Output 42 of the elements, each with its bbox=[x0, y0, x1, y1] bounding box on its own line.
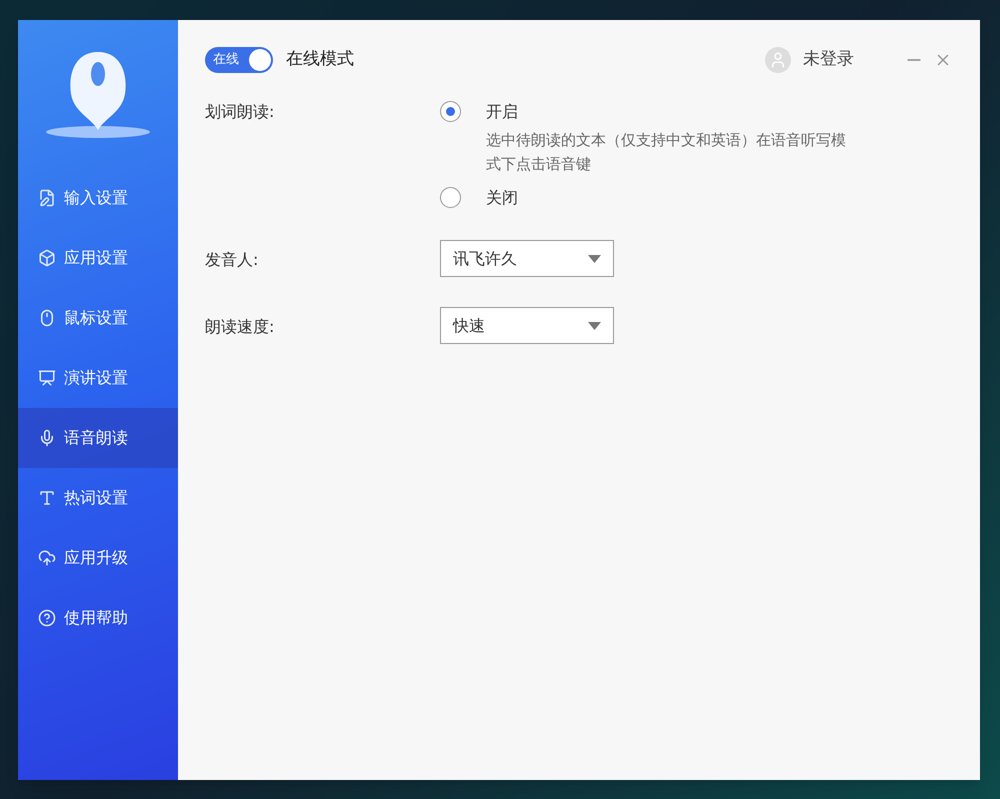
cube-icon bbox=[38, 249, 56, 267]
sidebar-label: 输入设置 bbox=[64, 187, 128, 209]
radio-button[interactable] bbox=[440, 101, 461, 122]
sidebar-label: 应用升级 bbox=[64, 547, 128, 569]
dropdown[interactable]: 快速 bbox=[440, 307, 614, 344]
microphone-icon bbox=[38, 429, 56, 447]
caret-icon bbox=[588, 322, 601, 330]
radio-label: 开启 bbox=[486, 101, 519, 123]
sidebar-item[interactable]: 语音朗读 bbox=[18, 408, 178, 468]
sidebar-item[interactable]: 应用设置 bbox=[18, 228, 178, 288]
sidebar-item[interactable]: 演讲设置 bbox=[18, 348, 178, 408]
toggle-label: 在线 bbox=[213, 51, 239, 70]
help-icon bbox=[38, 609, 56, 627]
presentation-icon bbox=[38, 369, 56, 387]
sidebar-label: 语音朗读 bbox=[64, 427, 128, 449]
option-description: 选中待朗读的文本（仅支持中文和英语）在语音听写模式下点击语音键 bbox=[486, 130, 847, 175]
mouse-icon bbox=[38, 309, 56, 327]
radio-button[interactable] bbox=[440, 187, 461, 208]
caret-icon bbox=[588, 254, 601, 262]
dropdown[interactable]: 讯飞许久 bbox=[440, 240, 614, 277]
login-status[interactable]: 未登录 bbox=[803, 47, 854, 73]
toggle-knob bbox=[249, 49, 271, 71]
sidebar-item[interactable]: 应用升级 bbox=[18, 528, 178, 588]
sidebar-label: 演讲设置 bbox=[64, 367, 128, 389]
mode-toggle[interactable]: 在线 bbox=[205, 47, 273, 73]
mode-label: 在线模式 bbox=[286, 48, 354, 72]
sidebar-item[interactable]: 鼠标设置 bbox=[18, 288, 178, 348]
sidebar-item[interactable]: 热词设置 bbox=[18, 468, 178, 528]
sidebar-item[interactable]: 使用帮助 bbox=[18, 588, 178, 648]
radio-label: 关闭 bbox=[486, 187, 518, 209]
setting-label: 发音人: bbox=[205, 249, 260, 271]
sidebar-label: 应用设置 bbox=[64, 247, 128, 269]
sidebar-label: 热词设置 bbox=[64, 487, 128, 509]
sidebar-label: 鼠标设置 bbox=[64, 307, 128, 329]
letter-t-icon bbox=[38, 489, 56, 507]
avatar-icon[interactable] bbox=[765, 47, 791, 73]
cloud-upload-icon bbox=[38, 549, 56, 567]
sidebar-label: 使用帮助 bbox=[64, 607, 128, 629]
sidebar-item[interactable]: 输入设置 bbox=[18, 168, 178, 228]
setting-label: 划词朗读: bbox=[205, 101, 276, 123]
setting-label: 朗读速度: bbox=[205, 316, 276, 338]
pen-note-icon bbox=[38, 189, 56, 207]
